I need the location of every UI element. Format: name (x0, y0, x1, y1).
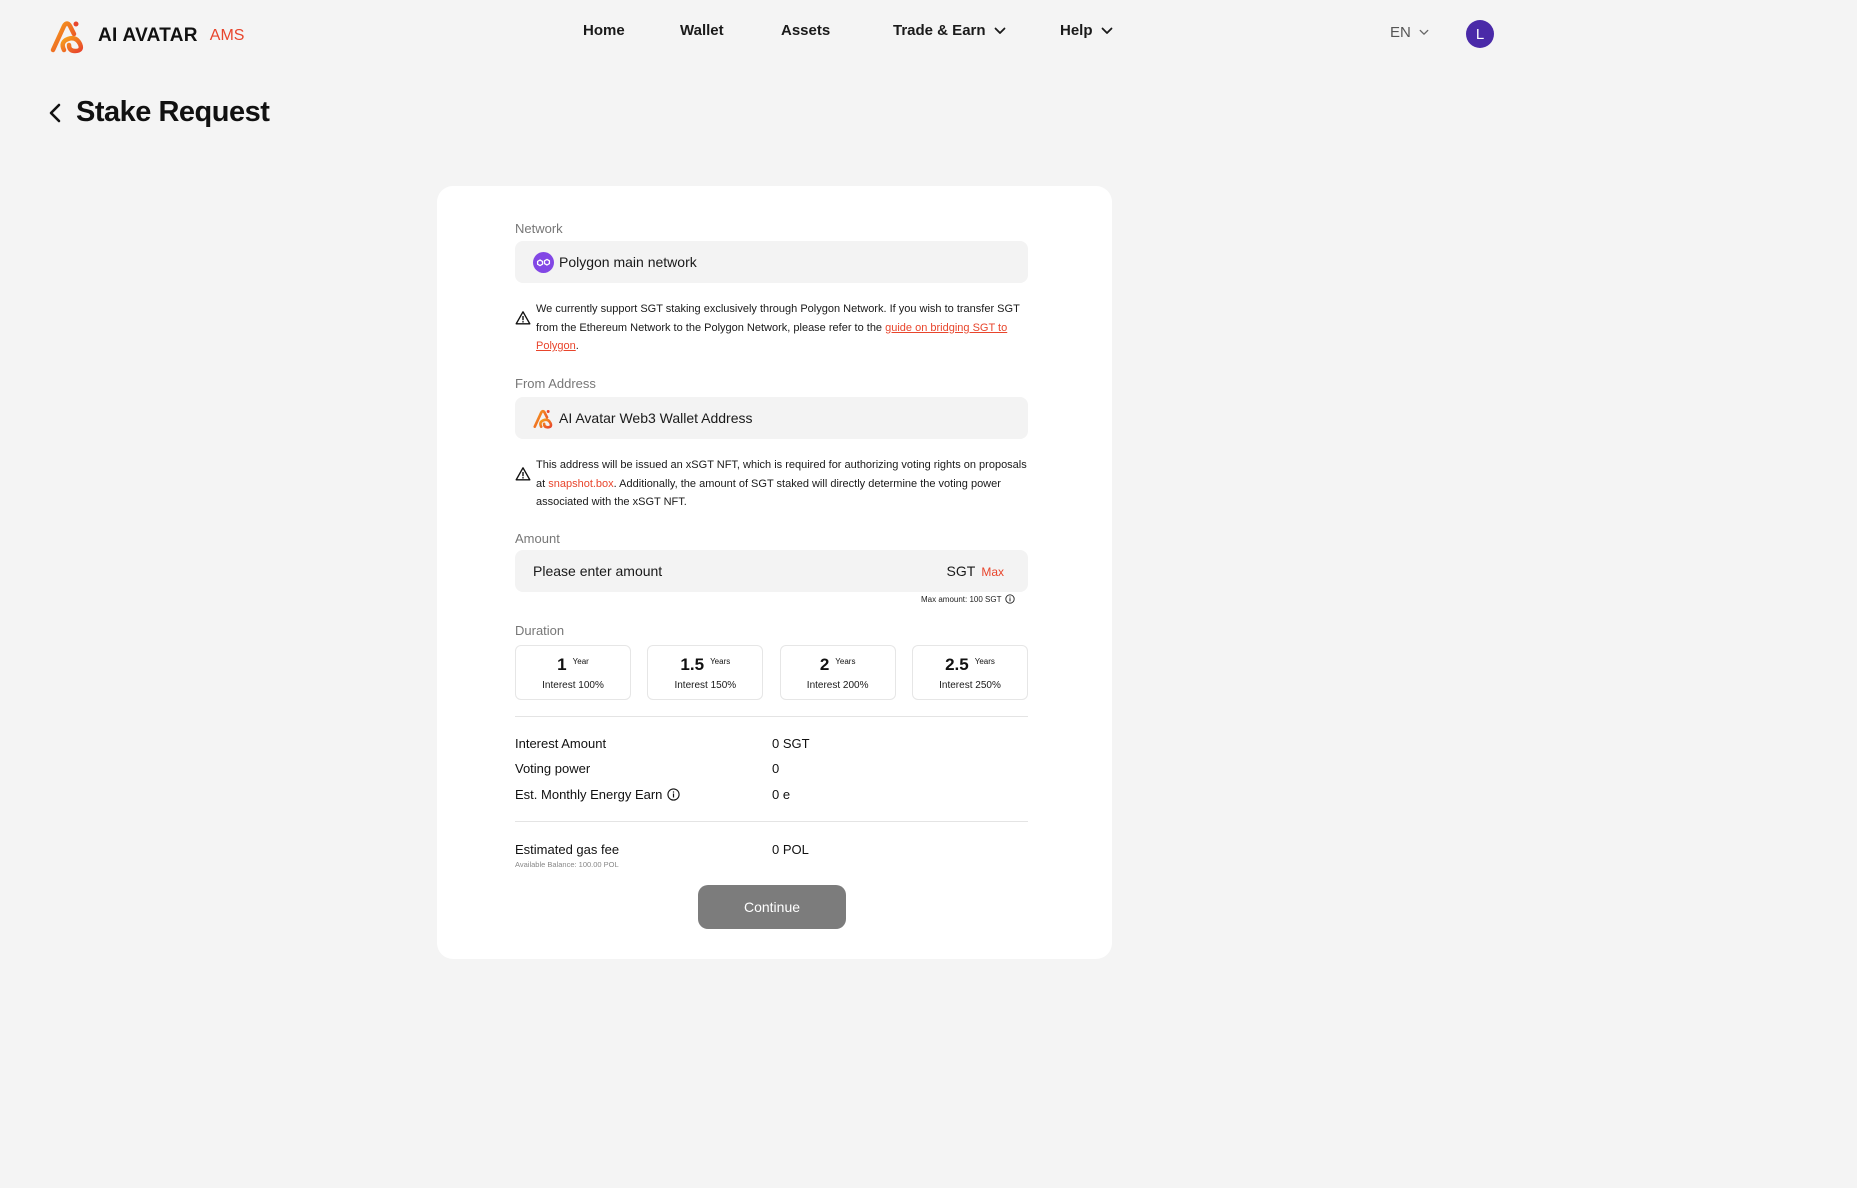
from-address-label: From Address (515, 376, 596, 391)
divider (515, 821, 1028, 822)
duration-options: 1 Year Interest 100% 1.5 Years Interest 15… (515, 645, 1028, 700)
divider (515, 716, 1028, 717)
address-notice: This address will be issued an xSGT NFT,… (515, 456, 1028, 512)
nav-help-label: Help (1060, 22, 1093, 39)
energy-earn-value: 0 e (772, 787, 791, 802)
amount-unit: SGT (946, 563, 976, 579)
duration-unit: Years (710, 656, 731, 666)
polygon-icon (533, 251, 554, 273)
amount-label: Amount (515, 531, 560, 546)
nav-wallet[interactable]: Wallet (680, 22, 724, 39)
duration-option-2-5-years[interactable]: 2.5 Years Interest 250% (911, 645, 1028, 700)
snapshot-link[interactable]: snapshot.box (548, 478, 613, 490)
duration-number: 1 (557, 654, 567, 674)
nav-assets[interactable]: Assets (781, 22, 830, 39)
brand-logo[interactable]: AI AVATAR AMS (50, 18, 244, 54)
address-notice-text: This address will be issued an xSGT NFT,… (536, 456, 1028, 512)
max-button[interactable]: Max (981, 565, 1004, 579)
page-title: Stake Request (76, 96, 270, 128)
max-amount-note: Max amount: 100 SGT (921, 594, 1016, 604)
stake-form-card: Network Polygon main network We currentl… (437, 186, 1112, 959)
wallet-logo-icon (533, 409, 553, 429)
language-selector[interactable]: EN (1390, 24, 1429, 41)
network-label: Network (515, 221, 563, 236)
user-avatar[interactable]: L (1466, 20, 1494, 48)
network-notice: We currently support SGT staking exclusi… (515, 300, 1028, 356)
back-arrow-icon[interactable] (46, 99, 66, 127)
duration-option-1-5-years[interactable]: 1.5 Years Interest 150% (647, 645, 764, 700)
duration-interest: Interest 250% (939, 679, 1001, 691)
from-address-value: AI Avatar Web3 Wallet Address (559, 410, 753, 426)
warning-icon (515, 311, 531, 325)
network-notice-post: . (575, 340, 579, 352)
chevron-down-icon (1101, 27, 1112, 34)
duration-interest: Interest 200% (806, 679, 869, 691)
duration-interest: Interest 150% (674, 679, 737, 691)
network-notice-text: We currently support SGT staking exclusi… (536, 300, 1028, 356)
nav-trade-earn-label: Trade & Earn (893, 22, 986, 39)
duration-number: 2 (819, 654, 830, 674)
language-label: EN (1390, 24, 1411, 41)
available-balance-note: Available Balance: 100.00 POL (515, 860, 619, 869)
duration-label: Duration (515, 623, 565, 638)
duration-interest: Interest 100% (542, 679, 604, 691)
continue-button[interactable]: Continue (698, 885, 846, 929)
nav-trade-earn[interactable]: Trade & Earn (893, 22, 1006, 39)
energy-earn-row-label: Est. Monthly Energy Earn (515, 787, 681, 802)
duration-unit: Years (974, 656, 995, 666)
nav-assets-label: Assets (781, 22, 831, 39)
energy-earn-label: Est. Monthly Energy Earn (515, 787, 663, 802)
voting-power-label: Voting power (515, 761, 591, 776)
interest-amount-value: 0 SGT (772, 736, 810, 751)
gas-fee-value: 0 POL (772, 842, 809, 857)
chevron-down-icon (994, 27, 1005, 34)
network-field[interactable]: Polygon main network (515, 241, 1028, 283)
logo-icon (50, 21, 84, 54)
logo-text: AI AVATAR (98, 25, 198, 46)
duration-number: 2.5 (945, 654, 969, 674)
amount-input[interactable]: Please enter amount SGT Max (515, 550, 1028, 592)
info-icon[interactable] (1005, 594, 1016, 604)
duration-unit: Years (835, 656, 856, 666)
info-icon[interactable] (667, 788, 681, 801)
nav-home[interactable]: Home (583, 22, 625, 39)
top-navigation: AI AVATAR AMS Home Wallet Assets Trade &… (0, 0, 1568, 70)
warning-icon (515, 467, 531, 481)
duration-number: 1.5 (680, 654, 705, 674)
duration-unit: Year (572, 656, 589, 666)
nav-wallet-label: Wallet (680, 22, 724, 39)
nav-help[interactable]: Help (1060, 22, 1113, 39)
gas-fee-label: Estimated gas fee (515, 842, 620, 857)
duration-option-1-year[interactable]: 1 Year Interest 100% (515, 645, 631, 700)
chevron-down-icon (1419, 29, 1429, 35)
logo-badge: AMS (209, 27, 245, 44)
amount-suffix: SGT Max (947, 563, 1004, 579)
voting-power-value: 0 (772, 761, 780, 776)
nav-home-label: Home (583, 22, 625, 39)
duration-option-2-years[interactable]: 2 Years Interest 200% (779, 645, 896, 700)
from-address-field[interactable]: AI Avatar Web3 Wallet Address (515, 397, 1028, 439)
amount-placeholder: Please enter amount (533, 563, 663, 579)
interest-amount-label: Interest Amount (515, 736, 607, 751)
network-value: Polygon main network (559, 254, 697, 270)
page-header: Stake Request (46, 96, 270, 129)
max-amount-text: Max amount: 100 SGT (921, 594, 1002, 604)
